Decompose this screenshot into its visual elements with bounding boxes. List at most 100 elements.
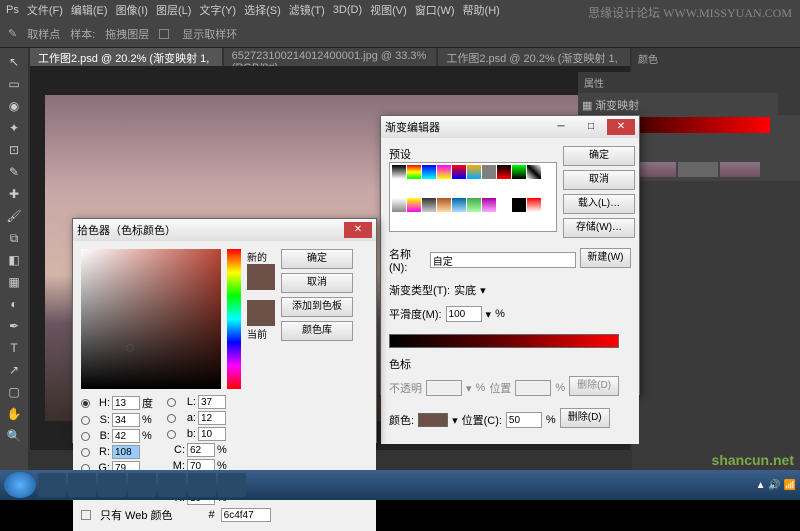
menu-layer[interactable]: 图层(L) <box>156 2 191 18</box>
marquee-tool[interactable]: ▭ <box>2 74 26 94</box>
cp-lib-button[interactable]: 颜色库 <box>281 321 353 341</box>
b-radio[interactable] <box>81 432 90 441</box>
delete-color-button[interactable]: 删除(D) <box>560 408 610 428</box>
brush-tool[interactable]: 🖌 <box>2 206 26 226</box>
preset-swatch[interactable] <box>392 198 406 212</box>
preset-swatch[interactable] <box>407 165 421 179</box>
move-tool[interactable]: ↖ <box>2 52 26 72</box>
menu-edit[interactable]: 编辑(E) <box>71 2 108 18</box>
type-tool[interactable]: T <box>2 338 26 358</box>
b2-radio[interactable] <box>167 430 176 439</box>
task-icon[interactable] <box>38 473 66 497</box>
l-radio[interactable] <box>167 398 176 407</box>
preset-swatch[interactable] <box>452 198 466 212</box>
preset-swatch[interactable] <box>437 198 451 212</box>
menu-select[interactable]: 选择(S) <box>244 2 281 18</box>
c-input[interactable] <box>187 443 215 457</box>
system-tray[interactable]: ▲ 🔊 📶 <box>756 480 796 491</box>
ge-cancel-button[interactable]: 取消 <box>563 170 635 190</box>
close-button[interactable]: ✕ <box>344 222 372 238</box>
ge-load-button[interactable]: 载入(L)… <box>563 194 635 214</box>
menu-file[interactable]: 文件(F) <box>27 2 63 18</box>
hand-tool[interactable]: ✋ <box>2 404 26 424</box>
heal-tool[interactable]: ✚ <box>2 184 26 204</box>
ge-new-button[interactable]: 新建(W) <box>580 248 631 268</box>
preset-swatch[interactable] <box>422 198 436 212</box>
delete-stop-button[interactable]: 删除(D) <box>569 376 619 396</box>
web-only-checkbox[interactable] <box>81 510 91 520</box>
ge-ok-button[interactable]: 确定 <box>563 146 635 166</box>
l-input[interactable] <box>198 395 226 409</box>
b-input[interactable] <box>112 429 140 443</box>
pos2-input[interactable] <box>506 412 542 428</box>
preset-swatch[interactable] <box>437 165 451 179</box>
r-radio[interactable] <box>81 448 90 457</box>
task-icon[interactable] <box>158 473 186 497</box>
gradient-bar[interactable] <box>389 334 619 348</box>
pen-tool[interactable]: ✒ <box>2 316 26 336</box>
path-tool[interactable]: ↗ <box>2 360 26 380</box>
start-button[interactable] <box>4 472 36 498</box>
blur-tool[interactable]: ◐ <box>2 294 26 314</box>
ge-save-button[interactable]: 存储(W)… <box>563 218 635 238</box>
preset-swatch[interactable] <box>482 165 496 179</box>
crop-tool[interactable]: ⊡ <box>2 140 26 160</box>
shape-tool[interactable]: ▢ <box>2 382 26 402</box>
r-input[interactable] <box>112 445 140 459</box>
maximize-button[interactable]: □ <box>577 119 605 135</box>
menu-view[interactable]: 视图(V) <box>370 2 407 18</box>
color-field[interactable] <box>81 249 221 389</box>
preset-swatch[interactable] <box>452 165 466 179</box>
tab-doc-1[interactable]: 工作图2.psd @ 20.2% (渐变映射 1, RGB/8)* <box>30 48 222 66</box>
b2-input[interactable] <box>198 427 226 441</box>
s-radio[interactable] <box>81 416 90 425</box>
lasso-tool[interactable]: ◉ <box>2 96 26 116</box>
task-icon[interactable] <box>68 473 96 497</box>
menu-filter[interactable]: 滤镜(T) <box>289 2 325 18</box>
menu-type[interactable]: 文字(Y) <box>199 2 236 18</box>
h-input[interactable] <box>112 396 140 410</box>
eraser-tool[interactable]: ◧ <box>2 250 26 270</box>
preset-swatch[interactable] <box>527 165 541 179</box>
task-icon[interactable] <box>98 473 126 497</box>
h-radio[interactable] <box>81 399 90 408</box>
preset-swatch[interactable] <box>512 198 526 212</box>
cp-ok-button[interactable]: 确定 <box>281 249 353 269</box>
menu-3d[interactable]: 3D(D) <box>333 4 362 16</box>
color-swatch[interactable] <box>418 413 448 427</box>
ge-smooth-input[interactable] <box>446 306 482 322</box>
clone-tool[interactable]: ⧉ <box>2 228 26 248</box>
preset-swatch[interactable] <box>527 198 541 212</box>
ge-name-input[interactable] <box>430 252 576 268</box>
a-radio[interactable] <box>167 414 176 423</box>
cp-add-button[interactable]: 添加到色板 <box>281 297 353 317</box>
preset-swatch[interactable] <box>497 198 511 212</box>
ps-logo[interactable]: Ps <box>6 4 19 16</box>
opt-sample-dropdown[interactable]: 拖拽图层 <box>105 26 149 42</box>
preset-swatch[interactable] <box>497 165 511 179</box>
gradient-editor-titlebar[interactable]: 渐变编辑器 ─ □ ✕ <box>381 116 639 138</box>
eyedropper-tool[interactable]: ✎ <box>2 162 26 182</box>
preset-swatch[interactable] <box>512 165 526 179</box>
tab-doc-2[interactable]: 652723100214012400001.jpg @ 33.3%(RGB/8#… <box>224 48 437 66</box>
preset-swatch[interactable] <box>392 165 406 179</box>
minimize-button[interactable]: ─ <box>547 119 575 135</box>
preset-swatch[interactable] <box>467 198 481 212</box>
menu-window[interactable]: 窗口(W) <box>415 2 455 18</box>
preset-swatch[interactable] <box>467 165 481 179</box>
menu-help[interactable]: 帮助(H) <box>463 2 500 18</box>
preset-swatch[interactable] <box>482 198 496 212</box>
tab-doc-3[interactable]: 工作图2.psd @ 20.2% (渐变映射 1, RGB/8)* <box>438 48 630 66</box>
menu-image[interactable]: 图像(I) <box>116 2 148 18</box>
panel-color[interactable]: 颜色 <box>632 48 800 69</box>
a-input[interactable] <box>198 411 226 425</box>
task-icon[interactable] <box>188 473 216 497</box>
close-button[interactable]: ✕ <box>607 119 635 135</box>
zoom-tool[interactable]: 🔍 <box>2 426 26 446</box>
wand-tool[interactable]: ✦ <box>2 118 26 138</box>
task-icon[interactable] <box>128 473 156 497</box>
preset-swatch[interactable] <box>407 198 421 212</box>
task-icon[interactable] <box>218 473 246 497</box>
rulers-checkbox[interactable] <box>159 29 169 39</box>
color-picker-titlebar[interactable]: 拾色器（色标颜色） ✕ <box>73 219 376 241</box>
